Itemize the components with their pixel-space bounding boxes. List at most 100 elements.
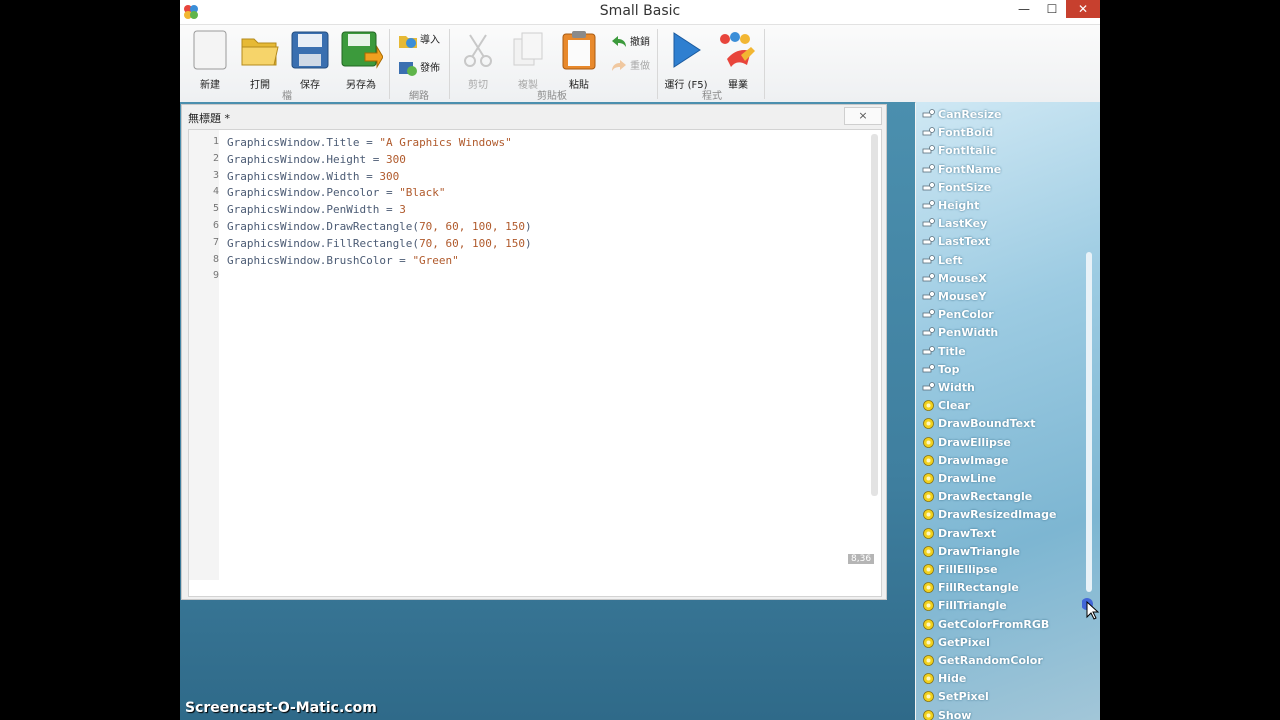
operation-item[interactable]: DrawLine (922, 470, 1082, 488)
property-wrench-icon (922, 345, 935, 354)
operation-item[interactable]: DrawBoundText (922, 415, 1082, 433)
import-button[interactable]: 導入 (398, 31, 440, 51)
property-item[interactable]: LastText (922, 233, 1082, 251)
property-item[interactable]: FontItalic (922, 142, 1082, 160)
publish-button[interactable]: 發佈 (398, 59, 440, 79)
operation-gear-icon (923, 527, 934, 539)
group-divider (764, 29, 765, 99)
open-button[interactable]: 打開 (238, 29, 282, 91)
property-item[interactable]: CanResize (922, 106, 1082, 124)
property-wrench-icon (922, 218, 935, 227)
operation-item[interactable]: DrawImage (922, 452, 1082, 470)
operation-item[interactable]: GetRandomColor (922, 652, 1082, 670)
operation-item[interactable]: DrawRectangle (922, 488, 1082, 506)
document-close-button[interactable]: × (844, 107, 882, 125)
code-literal: "Black" (399, 186, 446, 200)
code-text: GraphicsWindow.Height = 300 (227, 153, 406, 166)
maximize-button[interactable]: ☐ (1038, 0, 1066, 18)
operation-gear-icon (923, 400, 934, 412)
operation-item[interactable]: FillEllipse (922, 561, 1082, 579)
code-line[interactable]: 9 (189, 270, 829, 287)
member-list-scrollbar[interactable] (1086, 252, 1092, 592)
code-line[interactable]: 8 GraphicsWindow.BrushColor = "Green" (189, 254, 829, 271)
operation-item[interactable]: Hide (922, 670, 1082, 688)
line-number: 3 (212, 169, 219, 181)
operation-item[interactable]: DrawTriangle (922, 543, 1082, 561)
operation-item[interactable]: DrawText (922, 525, 1082, 543)
redo-label: 重做 (630, 61, 650, 72)
save-button[interactable]: 保存 (288, 29, 332, 91)
code-text: GraphicsWindow.Width = 300 (227, 170, 399, 183)
code-line[interactable]: 7 GraphicsWindow.FillRectangle(70, 60, 10… (189, 237, 829, 254)
new-file-icon (193, 30, 227, 70)
property-wrench-icon (922, 236, 935, 245)
code-line[interactable]: 6 GraphicsWindow.DrawRectangle(70, 60, 10… (189, 220, 829, 237)
property-item[interactable]: LastKey (922, 215, 1082, 233)
run-button[interactable]: 運行 (F5) (664, 29, 708, 91)
property-item[interactable]: PenColor (922, 306, 1082, 324)
property-item[interactable]: MouseX (922, 270, 1082, 288)
property-wrench-icon (922, 127, 935, 136)
operation-item[interactable]: SetPixel (922, 688, 1082, 706)
operation-item[interactable]: DrawResizedImage (922, 506, 1082, 524)
window-title: Small Basic (599, 3, 681, 19)
paste-button[interactable]: 粘貼 (558, 29, 600, 91)
member-name: FontItalic (938, 144, 997, 158)
member-name: DrawImage (938, 453, 1009, 467)
code-line[interactable]: 3 GraphicsWindow.Width = 300 (189, 170, 829, 187)
minimize-button[interactable]: — (1010, 0, 1038, 18)
property-item[interactable]: Height (922, 197, 1082, 215)
operation-gear-icon (923, 509, 934, 521)
new-button[interactable]: 新建 (190, 29, 230, 91)
code-line[interactable]: 1 GraphicsWindow.Title = "A Graphics Wind… (189, 136, 829, 153)
redo-button[interactable]: 重做 (610, 57, 650, 77)
operation-item[interactable]: DrawEllipse (922, 434, 1082, 452)
line-number: 7 (212, 236, 219, 248)
property-item[interactable]: FontBold (922, 124, 1082, 142)
line-number: 4 (212, 186, 219, 198)
graduate-button[interactable]: 畢業 (716, 29, 760, 91)
code-literal: 70, 60, 100, 150 (419, 220, 526, 233)
property-item[interactable]: Top (922, 361, 1082, 379)
document-window: 無標題 * × 1 GraphicsWindow.Title = "A Graph… (181, 104, 887, 600)
property-item[interactable]: Title (922, 343, 1082, 361)
operation-item[interactable]: GetPixel (922, 634, 1082, 652)
operation-item[interactable]: Show (922, 707, 1082, 720)
member-name: MouseX (938, 271, 987, 285)
property-item[interactable]: FontName (922, 161, 1082, 179)
copy-button[interactable]: 複製 (508, 29, 548, 91)
save-as-icon (341, 31, 384, 69)
code-literal: 3 (399, 203, 406, 217)
graduate-icon (720, 32, 755, 67)
close-button[interactable]: ✕ (1066, 0, 1100, 18)
web-group-label: 網路 (409, 91, 429, 102)
property-item[interactable]: FontSize (922, 179, 1082, 197)
member-name: DrawRectangle (938, 490, 1033, 504)
operation-item[interactable]: FillTriangle (922, 597, 1082, 615)
property-item[interactable]: MouseY (922, 288, 1082, 306)
operation-item[interactable]: Clear (922, 397, 1082, 415)
property-item[interactable]: PenWidth (922, 324, 1082, 342)
code-editor[interactable]: 1 GraphicsWindow.Title = "A Graphics Wind… (188, 129, 882, 597)
clipboard-group-label: 剪貼板 (537, 91, 567, 102)
property-item[interactable]: Left (922, 252, 1082, 270)
property-wrench-icon (922, 363, 935, 373)
member-name: DrawEllipse (938, 435, 1011, 449)
operation-item[interactable]: GetColorFromRGB (922, 616, 1082, 634)
cut-button[interactable]: 剪切 (458, 29, 498, 91)
property-item[interactable]: Width (922, 379, 1082, 397)
operation-item[interactable]: FillRectangle (922, 579, 1082, 597)
member-name: DrawLine (938, 472, 997, 485)
publish-icon (399, 62, 417, 76)
member-name: Top (938, 362, 960, 376)
scissors-icon (464, 34, 492, 67)
code-text: GraphicsWindow.DrawRectangle(70, 60, 100… (227, 220, 532, 233)
save-as-button[interactable]: 另存為 (338, 29, 384, 91)
property-wrench-icon (922, 109, 935, 118)
undo-button[interactable]: 撤銷 (610, 33, 650, 53)
code-line[interactable]: 5 GraphicsWindow.PenWidth = 3 (189, 203, 829, 220)
code-line[interactable]: 2 GraphicsWindow.Height = 300 (189, 153, 829, 170)
property-wrench-icon (922, 254, 935, 263)
editor-scrollbar[interactable] (871, 134, 878, 496)
code-line[interactable]: 4 GraphicsWindow.Pencolor = "Black" (189, 186, 829, 203)
